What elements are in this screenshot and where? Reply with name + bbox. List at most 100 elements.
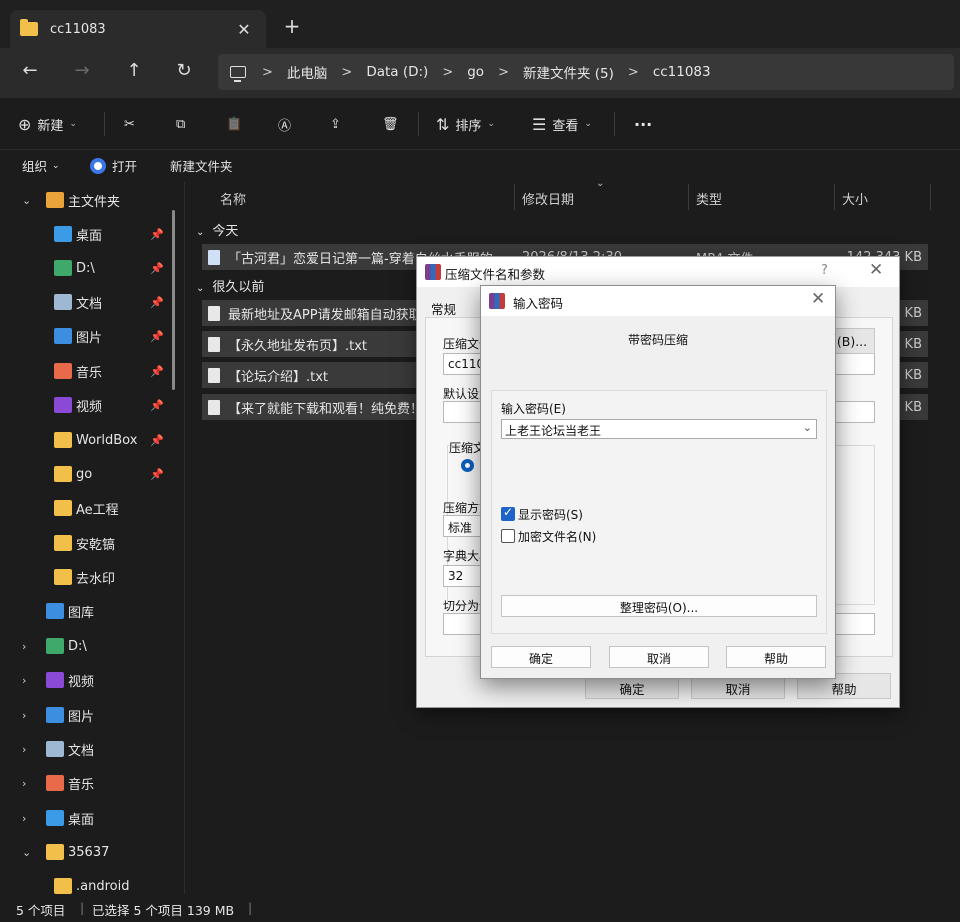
chevron-down-icon[interactable]: ⌄ [22, 846, 31, 859]
close-icon[interactable]: ✕ [869, 260, 883, 280]
show-password-label[interactable]: 显示密码(S) [518, 506, 583, 523]
breadcrumb-separator[interactable]: > [498, 65, 509, 80]
sidebar-item[interactable]: › 视频 [0, 666, 170, 694]
chevron-right-icon[interactable]: › [22, 640, 26, 653]
sidebar-item[interactable]: 图片 📌 [0, 322, 170, 350]
new-tab-button[interactable]: + [280, 14, 304, 38]
pin-icon[interactable]: 📌 [150, 330, 164, 343]
share-icon[interactable]: ⇪ [330, 112, 341, 136]
sidebar-item-label: D:\ [68, 638, 87, 654]
dialog-title-bar[interactable]: 压缩文件名和参数 ? ✕ [417, 257, 899, 287]
sidebar-scrollbar[interactable] [172, 210, 175, 390]
sidebar-item-label: 图片 [76, 330, 103, 346]
column-divider[interactable] [514, 184, 515, 210]
column-divider[interactable] [930, 184, 931, 210]
sidebar-item-label: 桌面 [68, 812, 95, 828]
sidebar-item[interactable]: 桌面 📌 [0, 220, 170, 248]
column-divider[interactable] [834, 184, 835, 210]
group-long-ago[interactable]: ⌄ 很久以前 [196, 276, 264, 295]
sidebar-item[interactable]: › D:\ [0, 632, 170, 660]
sidebar-item[interactable]: 视频 📌 [0, 391, 170, 419]
open-button[interactable]: 打开 [90, 156, 137, 175]
sidebar-item[interactable]: 图库 [0, 597, 170, 625]
new-folder-button[interactable]: 新建文件夹 [170, 156, 233, 175]
copy-icon[interactable]: ⧉ [176, 112, 185, 136]
pin-icon[interactable]: 📌 [150, 262, 164, 275]
format-radio[interactable] [461, 459, 474, 472]
column-name[interactable]: 名称 [220, 189, 246, 208]
view-button[interactable]: ☰ 查看 ⌄ [532, 112, 592, 136]
chevron-right-icon[interactable]: › [22, 777, 26, 790]
sidebar-item[interactable]: ⌄ 主文件夹 [0, 186, 170, 214]
rename-icon[interactable]: Ⓐ [278, 112, 291, 136]
sidebar-item[interactable]: ⌄ 35637 [0, 838, 170, 866]
breadcrumb-separator[interactable]: > [628, 65, 639, 80]
pin-icon[interactable]: 📌 [150, 399, 164, 412]
help-button[interactable]: 帮助 [726, 646, 826, 668]
chevron-down-icon[interactable]: ⌄ [22, 194, 31, 207]
refresh-icon[interactable]: ↻ [170, 60, 198, 84]
breadcrumb-data-drive[interactable]: Data (D:) [366, 64, 428, 80]
sidebar-item[interactable]: › 图片 [0, 701, 170, 729]
desktop-icon [54, 226, 72, 242]
pin-icon[interactable]: 📌 [150, 296, 164, 309]
organize-button[interactable]: 组织 ⌄ [22, 156, 60, 175]
close-tab-icon[interactable]: ✕ [232, 20, 256, 39]
sidebar-item[interactable]: WorldBox 📌 [0, 426, 170, 454]
delete-icon[interactable]: 🗑 [382, 112, 399, 136]
group-today[interactable]: ⌄ 今天 [196, 220, 238, 239]
pin-icon[interactable]: 📌 [150, 434, 164, 447]
show-password-checkbox[interactable] [501, 505, 515, 521]
sidebar-item[interactable]: › 文档 [0, 735, 170, 763]
tab-cc11083[interactable]: cc11083 ✕ [10, 10, 266, 48]
breadcrumb-separator[interactable]: > [341, 65, 352, 80]
organize-passwords-button[interactable]: 整理密码(O)... [501, 595, 817, 617]
breadcrumb-go[interactable]: go [467, 64, 484, 80]
column-type[interactable]: 类型 [696, 189, 722, 208]
chevron-right-icon[interactable]: › [22, 812, 26, 825]
breadcrumb-cc11083[interactable]: cc11083 [653, 64, 711, 80]
breadcrumb-new-folder-5[interactable]: 新建文件夹 (5) [523, 62, 614, 82]
sidebar-item[interactable]: 去水印 [0, 563, 170, 591]
chevron-down-icon[interactable]: ⌄ [803, 421, 812, 434]
up-icon[interactable]: ↑ [120, 60, 148, 84]
sidebar-item[interactable]: 文档 📌 [0, 288, 170, 316]
sidebar-item[interactable]: 安乾镐 [0, 529, 170, 557]
back-icon[interactable]: ← [16, 60, 44, 84]
column-modified[interactable]: 修改日期 [522, 189, 574, 208]
encrypt-filenames-label[interactable]: 加密文件名(N) [518, 528, 596, 545]
gallery-icon [46, 603, 64, 619]
paste-icon[interactable]: 📋 [226, 112, 242, 136]
sort-button[interactable]: ⇅ 排序 ⌄ [436, 112, 495, 136]
sidebar-item[interactable]: 音乐 📌 [0, 357, 170, 385]
pin-icon[interactable]: 📌 [150, 228, 164, 241]
chevron-right-icon[interactable]: › [22, 674, 26, 687]
breadcrumb-this-pc[interactable]: 此电脑 [287, 62, 328, 82]
ok-button[interactable]: 确定 [491, 646, 591, 668]
sidebar-item[interactable]: go 📌 [0, 460, 170, 488]
pin-icon[interactable]: 📌 [150, 365, 164, 378]
sidebar-item[interactable]: › 音乐 [0, 769, 170, 797]
column-size[interactable]: 大小 [842, 189, 868, 208]
chevron-right-icon[interactable]: › [22, 743, 26, 756]
help-icon[interactable]: ? [821, 263, 828, 278]
dialog-title-bar[interactable]: 输入密码 ✕ [481, 286, 835, 316]
cut-icon[interactable]: ✂ [124, 112, 135, 136]
encrypt-filenames-checkbox[interactable] [501, 529, 515, 543]
forward-icon[interactable]: → [68, 60, 96, 84]
chevron-right-icon[interactable]: › [22, 709, 26, 722]
tab-general[interactable]: 常规 [431, 299, 456, 318]
sidebar-item[interactable]: D:\ 📌 [0, 254, 170, 282]
sort-icon: ⇅ [436, 114, 450, 134]
new-button[interactable]: ⊕ 新建 ⌄ [18, 112, 77, 136]
more-options-icon[interactable]: ··· [634, 112, 652, 136]
breadcrumb-separator[interactable]: > [442, 65, 453, 80]
close-icon[interactable]: ✕ [811, 289, 825, 309]
address-bar[interactable]: > 此电脑 > Data (D:) > go > 新建文件夹 (5) > cc1… [218, 54, 954, 90]
sidebar-item[interactable]: › 桌面 [0, 804, 170, 832]
sidebar-item[interactable]: Ae工程 [0, 494, 170, 522]
column-divider[interactable] [688, 184, 689, 210]
cancel-button[interactable]: 取消 [609, 646, 709, 668]
password-input[interactable]: 上老王论坛当老王 ⌄ [501, 419, 817, 439]
pin-icon[interactable]: 📌 [150, 468, 164, 481]
